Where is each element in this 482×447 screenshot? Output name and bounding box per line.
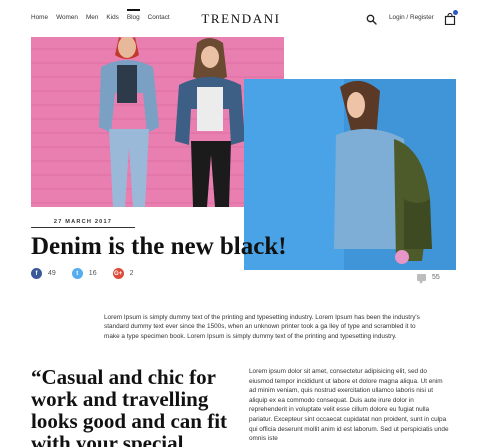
facebook-share-count: 49 <box>48 270 56 277</box>
twitter-icon[interactable]: t <box>71 268 83 279</box>
nav-home[interactable]: Home <box>31 14 48 21</box>
share-bar: f 49 t 16 G+ 2 <box>31 268 150 279</box>
nav-contact[interactable]: Contact <box>148 14 170 21</box>
shopping-bag-icon[interactable] <box>444 10 458 26</box>
nav-kids[interactable]: Kids <box>106 14 118 21</box>
article-title: Denim is the new black! <box>31 233 287 260</box>
nav-men[interactable]: Men <box>86 14 98 21</box>
date-divider <box>31 227 135 228</box>
nav-blog[interactable]: Blog <box>126 9 140 21</box>
search-icon[interactable] <box>366 12 377 25</box>
cart-badge <box>453 10 458 15</box>
twitter-share-count: 16 <box>88 270 97 277</box>
google-plus-share-count: 2 <box>129 270 134 277</box>
comments-link[interactable]: 55 <box>417 274 440 284</box>
main-nav: Home Women Men Kids Blog Contact <box>31 9 170 21</box>
article-date: 27 MARCH 2017 <box>53 219 113 225</box>
article-body: Lorem ipsum dolor sit amet, consectetur … <box>249 368 449 443</box>
comment-bubble-icon <box>417 274 426 284</box>
comment-count: 55 <box>432 274 440 281</box>
article-intro: Lorem Ipsum is simply dummy text of the … <box>104 314 420 340</box>
pull-quote: “Casual and chic for work and travelling… <box>31 365 228 447</box>
login-register-link[interactable]: Login / Register <box>389 14 434 21</box>
facebook-icon[interactable]: f <box>31 268 42 279</box>
google-plus-icon[interactable]: G+ <box>112 268 124 279</box>
nav-women[interactable]: Women <box>56 14 78 21</box>
